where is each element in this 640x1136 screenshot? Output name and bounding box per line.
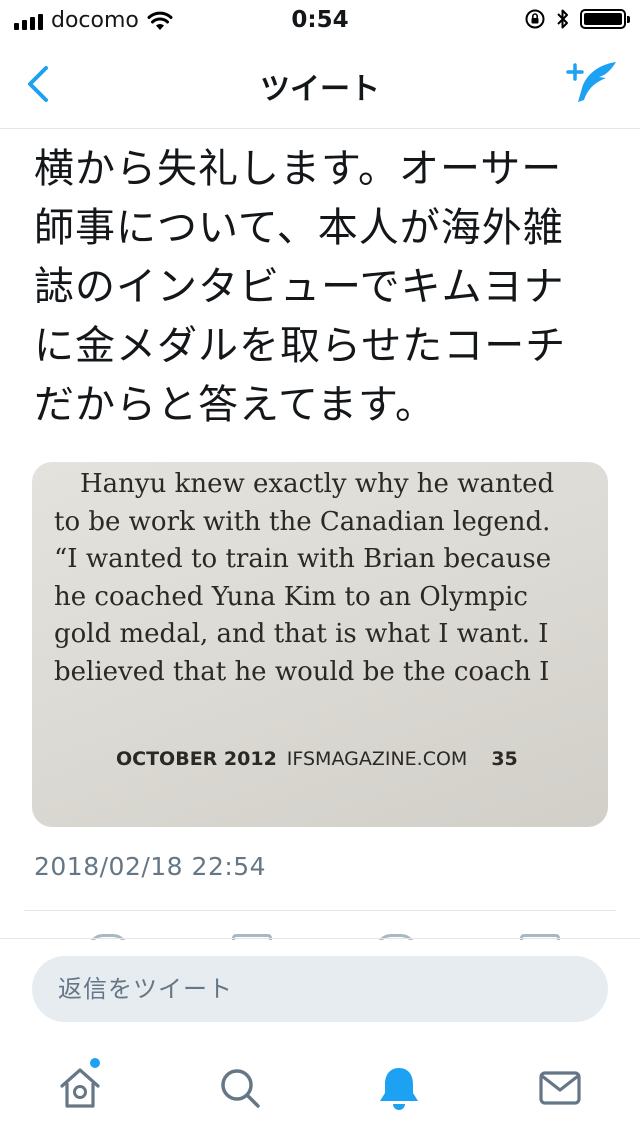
bell-icon bbox=[380, 1068, 418, 1110]
tweet-text: 横から失礼します。オーサー 師事について、本人が海外雑 誌のインタビューでキムヨ… bbox=[34, 146, 567, 428]
compose-tweet-icon bbox=[566, 62, 616, 102]
tab-home[interactable] bbox=[54, 1056, 106, 1114]
tweet-photo[interactable]: Hanyu knew exactly why he wanted to be w… bbox=[32, 462, 608, 827]
home-icon bbox=[60, 1068, 100, 1108]
photo-line: “I wanted to train with Brian because bbox=[54, 544, 552, 574]
photo-footer: OCTOBER 2012 IFSMAGAZINE.COM 35 bbox=[116, 748, 518, 770]
retweet-icon[interactable] bbox=[232, 934, 272, 940]
bluetooth-icon bbox=[557, 9, 568, 29]
divider bbox=[0, 938, 640, 939]
photo-line: Hanyu knew exactly why he wanted bbox=[80, 469, 555, 499]
tab-search[interactable] bbox=[214, 1062, 266, 1114]
envelope-icon bbox=[539, 1071, 581, 1105]
photo-line: he coached Yuna Kim to an Olympic bbox=[54, 581, 528, 612]
photo-text-lines: Hanyu knew exactly why he wanted to be w… bbox=[54, 466, 594, 691]
status-bar: docomo 0:54 bbox=[0, 0, 640, 40]
search-icon bbox=[221, 1069, 260, 1108]
like-icon[interactable] bbox=[376, 934, 416, 940]
photo-line: believed that he would be the coach I bbox=[54, 656, 550, 687]
divider bbox=[24, 910, 616, 911]
photo-footer-page: 35 bbox=[491, 748, 518, 770]
rotation-lock-icon bbox=[525, 9, 545, 29]
tab-notifications[interactable] bbox=[373, 1062, 425, 1114]
share-icon[interactable] bbox=[520, 934, 560, 940]
page-title: ツイート bbox=[260, 72, 380, 107]
status-right bbox=[524, 8, 630, 30]
battery-icon bbox=[580, 9, 630, 29]
compose-tweet-button[interactable] bbox=[566, 58, 618, 108]
new-content-badge bbox=[88, 1056, 102, 1070]
photo-line: gold medal, and that is what I want. I bbox=[54, 619, 549, 649]
tab-bar bbox=[0, 1040, 640, 1136]
navigation-bar: ツイート bbox=[0, 40, 640, 129]
photo-line: to be work with the Canadian legend. bbox=[54, 506, 551, 537]
reply-icon[interactable] bbox=[88, 934, 128, 940]
photo-footer-month: OCTOBER 2012 bbox=[116, 748, 277, 770]
photo-footer-site: IFSMAGAZINE.COM bbox=[286, 748, 468, 770]
tweet-timestamp: 2018/02/18 22:54 bbox=[34, 852, 267, 881]
tab-messages[interactable] bbox=[534, 1062, 586, 1114]
reply-input[interactable]: 返信をツイート bbox=[32, 956, 608, 1022]
